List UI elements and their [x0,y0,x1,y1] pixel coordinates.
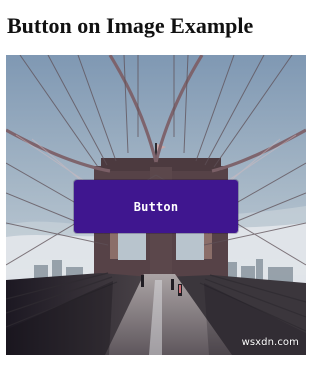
page-title: Button on Image Example [7,13,254,38]
watermark-text: wsxdn.com [241,337,299,348]
overlay-button[interactable]: Button [74,180,238,233]
bridge-image-container: Button wsxdn.com [6,55,306,355]
